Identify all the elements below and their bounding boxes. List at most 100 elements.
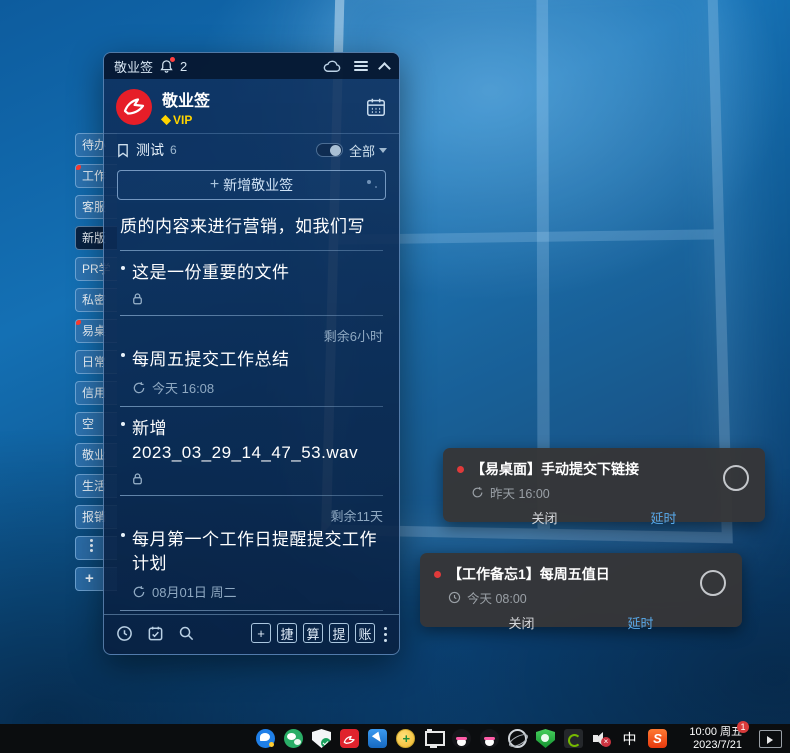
note-partial-text[interactable]: 质的内容来进行营销，如我们写 bbox=[120, 214, 383, 240]
quick-label: 账 bbox=[358, 624, 371, 643]
clock-time: 10:00 bbox=[689, 726, 717, 738]
todo-icon[interactable] bbox=[147, 625, 164, 642]
toast-delay-button[interactable]: 延时 bbox=[581, 613, 700, 632]
mute-badge: × bbox=[601, 737, 611, 747]
add-label: + bbox=[85, 570, 94, 587]
toolbar-add-button[interactable]: + bbox=[251, 623, 271, 643]
attachment-icon bbox=[130, 471, 383, 486]
toast-delay-button[interactable]: 延时 bbox=[604, 508, 723, 527]
taskbar: × 中 S 10:00 周五1 2023/7/21 bbox=[0, 724, 790, 753]
complete-circle[interactable] bbox=[700, 570, 726, 596]
bullet-icon bbox=[121, 266, 125, 270]
quick-button-zhang[interactable]: 账 bbox=[355, 623, 375, 643]
filter-dropdown[interactable]: 全部 bbox=[349, 141, 387, 160]
quick-button-ti[interactable]: 提 bbox=[329, 623, 349, 643]
notification-count: 2 bbox=[180, 59, 187, 74]
attachment-icon bbox=[130, 291, 383, 306]
chevron-down-icon bbox=[379, 148, 387, 153]
bullet-icon bbox=[121, 353, 125, 357]
jingyeqian-window: 敬业签 2 敬业签 VIP bbox=[103, 52, 400, 655]
priority-dot bbox=[457, 466, 464, 473]
toast-title: 【易桌面】手动提交下链接 bbox=[471, 459, 639, 479]
security-shield-icon[interactable] bbox=[312, 729, 331, 748]
window-title: 敬业签 bbox=[114, 57, 153, 76]
quick-button-jie[interactable]: 捷 bbox=[277, 623, 297, 643]
notification-dot bbox=[75, 164, 81, 170]
notification-dot bbox=[75, 319, 81, 325]
toolbar-more-icon[interactable] bbox=[381, 625, 387, 642]
app-header: 敬业签 VIP bbox=[104, 79, 399, 134]
merge-toggle[interactable] bbox=[316, 143, 343, 157]
remote-desktop-icon[interactable] bbox=[424, 729, 443, 748]
vip-badge[interactable]: VIP bbox=[162, 113, 210, 127]
calendar-icon[interactable] bbox=[365, 96, 387, 118]
sidebar-tab-label: 空 bbox=[82, 417, 94, 431]
collapse-icon[interactable] bbox=[378, 62, 391, 75]
flag-icon bbox=[427, 729, 432, 733]
toast-time: 今天 08:00 bbox=[467, 588, 527, 607]
add-note-button[interactable]: + 新增敬业签 bbox=[117, 170, 386, 200]
clock-date: 2023/7/21 bbox=[676, 739, 742, 752]
sparkle-icon bbox=[367, 180, 371, 184]
quick-label: 捷 bbox=[280, 624, 293, 643]
repeat-reminder-icon bbox=[471, 486, 484, 499]
note-item[interactable]: 新增 2023_03_29_14_47_53.wav bbox=[120, 407, 383, 495]
note-item[interactable]: 这是一份重要的文件 bbox=[120, 251, 383, 315]
coin-app-icon[interactable] bbox=[396, 729, 415, 748]
sogou-input-icon[interactable]: S bbox=[648, 729, 667, 748]
filter-label: 全部 bbox=[349, 141, 375, 160]
reminder-toast: 【易桌面】手动提交下链接 昨天 16:00 关闭 延时 bbox=[443, 448, 765, 522]
time-reminder-icon[interactable] bbox=[116, 625, 133, 642]
bottom-toolbar: + 捷 算 提 账 bbox=[104, 614, 399, 651]
notes-list: 质的内容来进行营销，如我们写 这是一份重要的文件 剩余6小时 每周五提交工作总结… bbox=[104, 202, 399, 614]
note-item[interactable]: 剩余11天 每月第一个工作日提醒提交工作计划 08月01日 周二 bbox=[120, 496, 383, 610]
sync-orbit-icon[interactable] bbox=[508, 729, 527, 748]
divider bbox=[120, 610, 383, 611]
taskbar-clock[interactable]: 10:00 周五1 2023/7/21 bbox=[676, 726, 742, 752]
category-name[interactable]: 测试 bbox=[136, 140, 164, 160]
ime-language-indicator[interactable]: 中 bbox=[620, 729, 639, 748]
bullet-icon bbox=[121, 422, 125, 426]
search-icon[interactable] bbox=[178, 625, 195, 642]
toast-close-button[interactable]: 关闭 bbox=[485, 508, 604, 527]
pointer-app-icon[interactable] bbox=[368, 729, 387, 748]
jingyeqian-tray-icon[interactable] bbox=[340, 729, 359, 748]
antivirus-shield-icon[interactable] bbox=[536, 729, 555, 748]
app-logo bbox=[116, 89, 152, 125]
toast-close-button[interactable]: 关闭 bbox=[462, 613, 581, 632]
action-center-button[interactable] bbox=[759, 730, 782, 748]
qq-icon-2[interactable] bbox=[480, 729, 499, 748]
repeat-reminder-icon bbox=[132, 381, 146, 395]
reminder-time: 08月01日 周二 bbox=[152, 582, 237, 601]
volume-muted-icon[interactable]: × bbox=[592, 729, 611, 748]
repeat-reminder-icon bbox=[132, 585, 146, 599]
category-row: 测试 6 全部 bbox=[104, 134, 399, 162]
cloud-sync-icon[interactable] bbox=[323, 59, 342, 74]
complete-circle[interactable] bbox=[723, 465, 749, 491]
app-name: 敬业签 bbox=[162, 87, 210, 111]
bell-badge-dot bbox=[170, 57, 175, 62]
menu-icon[interactable] bbox=[354, 59, 368, 73]
plus-label: + bbox=[257, 626, 265, 641]
sogou-label: S bbox=[653, 731, 662, 746]
note-title: 这是一份重要的文件 bbox=[132, 263, 290, 282]
wechat-icon[interactable] bbox=[284, 729, 303, 748]
plus-icon: + bbox=[210, 176, 219, 194]
bell-icon[interactable] bbox=[159, 59, 174, 74]
titlebar[interactable]: 敬业签 2 bbox=[104, 53, 399, 79]
reminder-toast: 【工作备忘1】每周五值日 今天 08:00 关闭 延时 bbox=[420, 553, 742, 627]
add-note-label: 新增敬业签 bbox=[223, 175, 293, 195]
reminder-time: 今天 16:08 bbox=[152, 378, 214, 397]
qq-icon[interactable] bbox=[452, 729, 471, 748]
chat-app-icon[interactable] bbox=[256, 729, 275, 748]
quick-label: 算 bbox=[306, 624, 319, 643]
note-title: 新增 2023_03_29_14_47_53.wav bbox=[132, 419, 358, 462]
note-title: 每月第一个工作日提醒提交工作计划 bbox=[132, 530, 377, 573]
desktop: 待办 工作 客服 新版 PR学 私密 易桌 日常 信用 空 敬业 生活 报销 +… bbox=[0, 0, 790, 753]
category-count: 6 bbox=[170, 143, 177, 157]
nvidia-icon[interactable] bbox=[564, 729, 583, 748]
priority-dot bbox=[434, 571, 441, 578]
clock-badge: 1 bbox=[737, 721, 749, 733]
quick-button-suan[interactable]: 算 bbox=[303, 623, 323, 643]
note-item[interactable]: 剩余6小时 每周五提交工作总结 今天 16:08 bbox=[120, 316, 383, 406]
